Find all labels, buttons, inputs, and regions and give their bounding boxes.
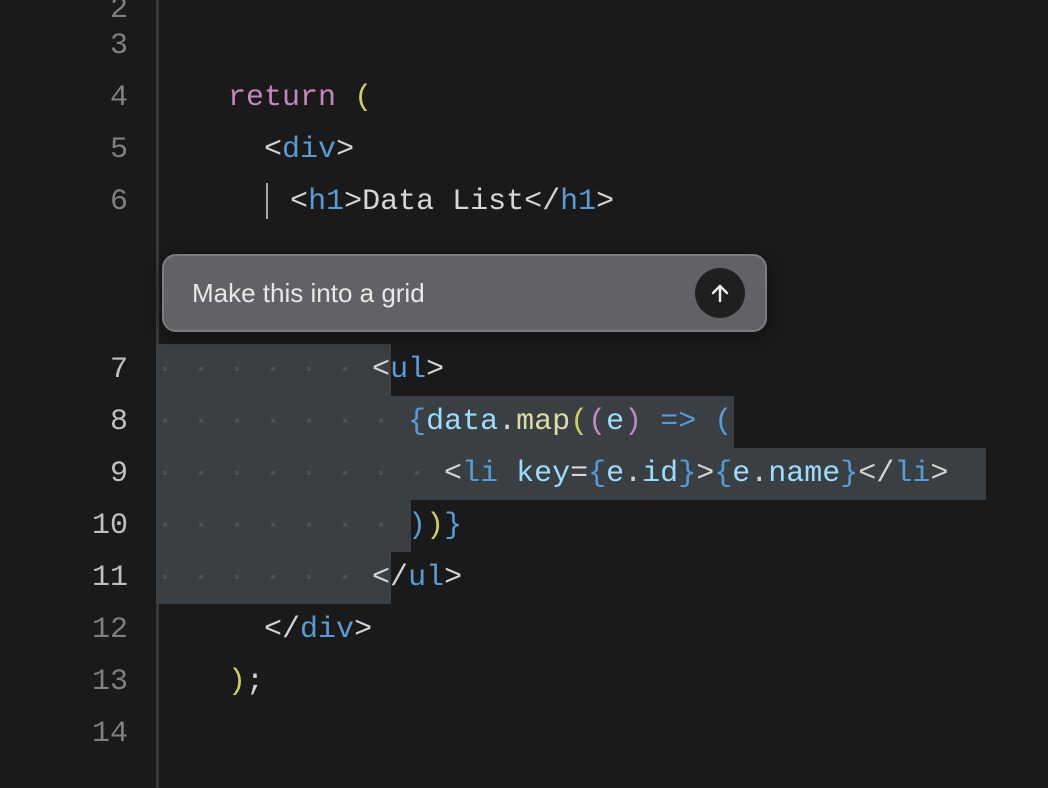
- code-line-11[interactable]: · · · · · · </ul>: [156, 552, 1048, 604]
- line-number: 7: [0, 344, 128, 396]
- line-number: 4: [0, 72, 128, 124]
- code-line-4[interactable]: return (: [156, 72, 1048, 124]
- inline-prompt-popup[interactable]: Make this into a grid: [162, 254, 767, 332]
- line-number: 6: [0, 176, 128, 228]
- indent-guides: · · · · · ·: [156, 353, 372, 387]
- code-editor: 2 3 4 5 6 7 8 9 10 11 12 13 14 return ( …: [0, 0, 1048, 788]
- code-line-6[interactable]: <h1>Data List</h1>: [156, 176, 1048, 228]
- code-line-12[interactable]: </div>: [156, 604, 1048, 656]
- jsx-tag-div: div: [282, 133, 336, 167]
- jsx-text: Data List: [362, 185, 524, 219]
- submit-button[interactable]: [695, 268, 745, 318]
- jsx-tag-ul-close: ul: [408, 561, 444, 595]
- cursor-icon: [266, 183, 268, 219]
- code-line-2[interactable]: [156, 0, 1048, 20]
- indent-guides: · · · · · · ·: [156, 509, 408, 543]
- line-number: 12: [0, 604, 128, 656]
- line-number-gutter: 2 3 4 5 6 7 8 9 10 11 12 13 14: [0, 0, 156, 788]
- indent-guides: · · · · · · · ·: [156, 457, 444, 491]
- method-map: map: [516, 405, 570, 439]
- jsx-tag-ul: ul: [390, 353, 426, 387]
- line-number: 5: [0, 124, 128, 176]
- code-line-9[interactable]: · · · · · · · · <li key={e.id}>{e.name}<…: [156, 448, 1048, 500]
- code-content[interactable]: return ( <div> <h1>Data List</h1> · · · …: [156, 0, 1048, 788]
- line-number: 3: [0, 20, 128, 72]
- line-number: 2: [0, 0, 128, 20]
- code-line-8[interactable]: · · · · · · · {data.map((e) => (: [156, 396, 1048, 448]
- jsx-tag-div-close: div: [300, 613, 354, 647]
- jsx-tag-li: li: [462, 457, 498, 491]
- line-number: 8: [0, 396, 128, 448]
- line-number: 14: [0, 708, 128, 760]
- prompt-input[interactable]: Make this into a grid: [192, 278, 695, 309]
- jsx-tag-h1: h1: [308, 185, 344, 219]
- code-line-5[interactable]: <div>: [156, 124, 1048, 176]
- code-line-10[interactable]: · · · · · · · ))}: [156, 500, 1048, 552]
- keyword-return: return: [228, 81, 336, 115]
- paren: (: [354, 81, 372, 115]
- identifier-data: data: [426, 405, 498, 439]
- arrow-up-icon: [708, 281, 732, 305]
- line-number: 13: [0, 656, 128, 708]
- indent-guides: · · · · · · ·: [156, 405, 408, 439]
- code-line-3[interactable]: [156, 20, 1048, 72]
- code-line-7[interactable]: · · · · · · <ul>: [156, 344, 1048, 396]
- line-number: 9: [0, 448, 128, 500]
- code-line-13[interactable]: );: [156, 656, 1048, 708]
- jsx-attr-key: key: [516, 457, 570, 491]
- line-number: 10: [0, 500, 128, 552]
- indent-guides: · · · · · ·: [156, 561, 372, 595]
- line-number: 11: [0, 552, 128, 604]
- code-line-14[interactable]: [156, 708, 1048, 760]
